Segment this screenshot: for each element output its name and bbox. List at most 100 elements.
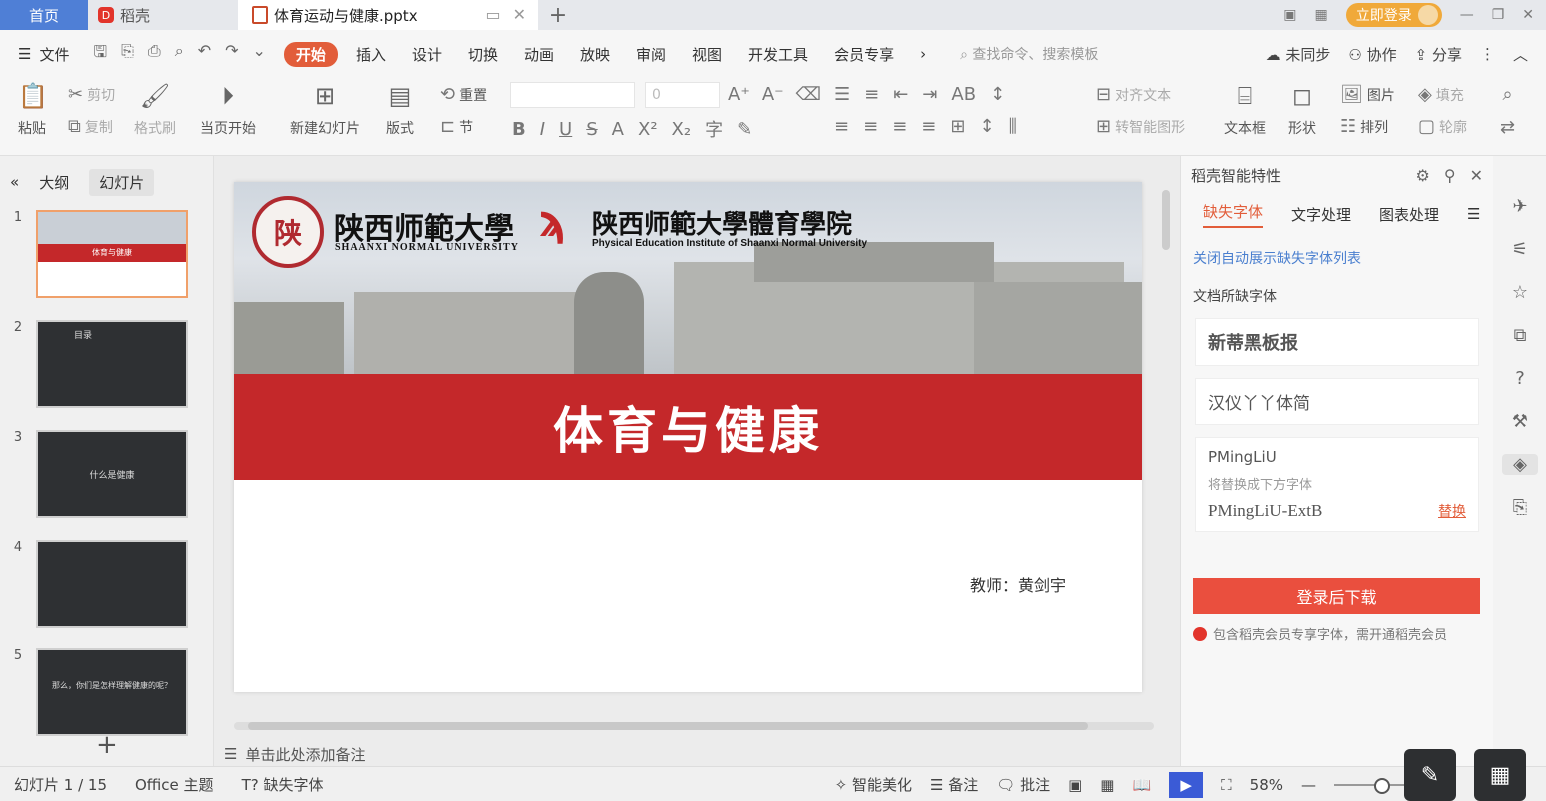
tab-missing-fonts[interactable]: 缺失字体 xyxy=(1203,201,1264,228)
tab-slides[interactable]: 幻灯片 xyxy=(89,168,155,196)
sync-status[interactable]: ☁ 未同步 xyxy=(1266,44,1331,65)
missing-font-status[interactable]: T? 缺失字体 xyxy=(242,774,324,795)
font-family-select[interactable] xyxy=(510,82,635,108)
horizontal-scrollbar[interactable] xyxy=(234,722,1154,730)
format-painter-button[interactable]: 🖌 格式刷 xyxy=(134,82,176,138)
tab-review[interactable]: 审阅 xyxy=(636,44,666,65)
minimize-icon[interactable]: — xyxy=(1460,7,1474,23)
redo-icon[interactable]: ↷ xyxy=(225,41,238,68)
phonetic-icon[interactable]: 字 xyxy=(705,116,723,142)
bullet-list-icon[interactable]: ☰ xyxy=(834,84,850,105)
slideshow-play-button[interactable]: ▶ xyxy=(1169,771,1204,798)
panel-title[interactable]: 稻壳智能特性 xyxy=(1191,165,1281,186)
tab-animations[interactable]: 动画 xyxy=(524,44,554,65)
tab-transitions[interactable]: 切换 xyxy=(468,44,498,65)
reset-button[interactable]: ⟲ 重置 xyxy=(440,84,487,105)
numbered-list-icon[interactable]: ≡ xyxy=(864,84,879,105)
tab-developer[interactable]: 开发工具 xyxy=(748,44,808,65)
collapse-ribbon-icon[interactable]: ︿ xyxy=(1513,44,1528,65)
align-center-icon[interactable]: ≡ xyxy=(863,116,878,137)
pin-icon[interactable]: ⚲ xyxy=(1444,166,1456,185)
restore-icon[interactable]: ❐ xyxy=(1492,7,1505,23)
new-tab-button[interactable]: + xyxy=(538,3,578,28)
missing-font-item[interactable]: 新蒂黑板报 xyxy=(1195,318,1479,366)
smart-beautify-button[interactable]: ✧ 智能美化 xyxy=(835,774,912,795)
sliders-icon[interactable]: ⚟ xyxy=(1512,239,1528,260)
tab-start[interactable]: 开始 xyxy=(283,41,338,67)
slide-thumbnail-2[interactable]: 2 目录 xyxy=(0,320,188,408)
window-layout-icon[interactable]: ▣ xyxy=(1283,7,1296,23)
increase-font-icon[interactable]: A⁺ xyxy=(728,84,750,105)
increase-indent-icon[interactable]: ⇥ xyxy=(922,84,937,105)
login-button[interactable]: 立即登录 xyxy=(1345,3,1442,27)
textbox-button[interactable]: ⌸ 文本框 xyxy=(1224,82,1266,138)
tab-view[interactable]: 视图 xyxy=(692,44,722,65)
edit-overlay-icon[interactable]: ✎ xyxy=(1404,749,1456,801)
arrange-button[interactable]: ☷ 排列 xyxy=(1340,116,1388,137)
align-left-icon[interactable]: ≡ xyxy=(834,116,849,137)
distribute-icon[interactable]: ⊞ xyxy=(950,116,965,137)
bold-icon[interactable]: B xyxy=(512,119,526,140)
zoom-out-icon[interactable]: — xyxy=(1301,776,1316,794)
normal-view-icon[interactable]: ▣ xyxy=(1068,776,1082,794)
underline-icon[interactable]: U xyxy=(559,119,572,140)
save-icon[interactable]: 🖫 xyxy=(93,41,107,68)
apps-overlay-icon[interactable]: ▦ xyxy=(1474,749,1526,801)
new-slide-button[interactable]: ⊞ 新建幻灯片 xyxy=(290,82,360,138)
sorter-view-icon[interactable]: ▦ xyxy=(1100,776,1114,794)
print-icon[interactable]: ⎙ xyxy=(148,41,161,68)
play-from-current-button[interactable]: ⏵ 当页开始 xyxy=(200,82,256,138)
close-auto-list-link[interactable]: 关闭自动展示缺失字体列表 xyxy=(1181,248,1493,268)
tab-design[interactable]: 设计 xyxy=(412,44,442,65)
section-button[interactable]: ⊏ 节 xyxy=(440,116,473,137)
slide-thumbnail-3[interactable]: 3 什么是健康 xyxy=(0,430,188,518)
missing-font-item[interactable]: 汉仪丫丫体简 xyxy=(1195,378,1479,425)
login-download-button[interactable]: 登录后下载 xyxy=(1193,578,1480,614)
apps-grid-icon[interactable]: ▦ xyxy=(1314,7,1327,23)
vertical-scrollbar[interactable] xyxy=(1162,176,1172,706)
paste-button[interactable]: 📋 粘贴 xyxy=(18,82,48,138)
theme-name[interactable]: Office 主题 xyxy=(135,774,214,795)
tab-chart-processing[interactable]: 图表处理 xyxy=(1379,204,1439,225)
font-size-select[interactable]: 0 xyxy=(645,82,720,108)
tab-document[interactable]: 体育运动与健康.pptx ▭ ✕ xyxy=(238,0,538,30)
zoom-level[interactable]: 58% xyxy=(1250,776,1283,794)
close-panel-icon[interactable]: ✕ xyxy=(1470,166,1483,185)
image-edit-icon[interactable]: ⚒ xyxy=(1512,411,1528,432)
notes-toggle-button[interactable]: ☰ 备注 xyxy=(930,774,978,795)
file-menu[interactable]: ☰ 文件 xyxy=(18,44,69,65)
decrease-indent-icon[interactable]: ⇤ xyxy=(893,84,908,105)
line-spacing-icon[interactable]: ↕ xyxy=(979,116,994,137)
copy-button[interactable]: ⧉ 复制 xyxy=(68,116,113,137)
comments-button[interactable]: 🗨 批注 xyxy=(996,774,1050,795)
help-icon[interactable]: ? xyxy=(1515,368,1525,389)
find-icon[interactable]: ⌕ xyxy=(1503,84,1513,105)
tab-home[interactable]: 首页 xyxy=(0,0,88,30)
outline-button[interactable]: ▢ 轮廓 xyxy=(1418,116,1467,137)
clear-format-icon[interactable]: ⌫ xyxy=(796,84,821,105)
tab-member[interactable]: 会员专享 xyxy=(834,44,894,65)
slide-thumbnail-1[interactable]: 1 体育与健康 xyxy=(0,210,188,298)
star-icon[interactable]: ☆ xyxy=(1512,282,1528,303)
slide-thumbnail-5[interactable]: 5 那么，你们是怎样理解健康的呢？ xyxy=(0,648,188,736)
undo-icon[interactable]: ↶ xyxy=(198,41,211,68)
slide-thumbnail-4[interactable]: 4 xyxy=(0,540,188,628)
transition-icon[interactable]: ⧉ xyxy=(1514,325,1527,346)
italic-icon[interactable]: I xyxy=(540,119,545,140)
fit-window-icon[interactable]: ⛶ xyxy=(1221,776,1232,794)
collapse-panel-icon[interactable]: « xyxy=(10,173,19,191)
book-icon[interactable]: ⎘ xyxy=(1513,497,1527,518)
reading-view-icon[interactable]: 📖 xyxy=(1132,776,1151,794)
tab-text-processing[interactable]: 文字处理 xyxy=(1291,204,1351,225)
smartart-button[interactable]: ⊞ 转智能图形 xyxy=(1096,116,1185,137)
rocket-icon[interactable]: ✈ xyxy=(1512,196,1527,217)
superscript-icon[interactable]: X² xyxy=(638,119,658,140)
replace-icon[interactable]: ⇄ xyxy=(1500,117,1515,138)
smart-features-icon[interactable]: ◈ xyxy=(1502,454,1538,475)
text-direction-icon[interactable]: AB xyxy=(951,84,976,105)
command-search[interactable]: ⌕ 查找命令、搜索模板 xyxy=(960,44,1098,64)
tab-docer[interactable]: D 稻壳 xyxy=(88,0,238,30)
teacher-text[interactable]: 教师：黄剑宇 xyxy=(970,572,1066,596)
zoom-slider[interactable] xyxy=(1334,777,1404,794)
more-tabs-chevron-icon[interactable]: › xyxy=(920,45,926,63)
